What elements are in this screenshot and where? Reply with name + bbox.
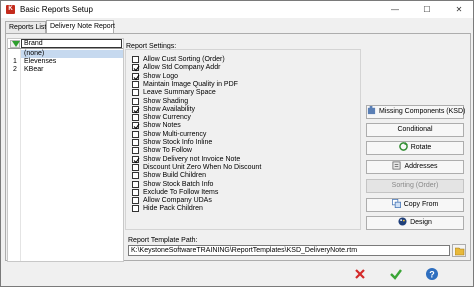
list-item-name: KBear (24, 66, 44, 73)
design-button[interactable]: Design (366, 216, 464, 230)
setting-checkbox[interactable] (132, 180, 139, 188)
setting-label: Allow Company UDAs (143, 197, 212, 205)
setting-label: Show Stock Info Inline (143, 139, 213, 146)
cancel-button[interactable] (353, 267, 367, 281)
checkmark-icon (133, 74, 140, 80)
setting-label: Show Availability (143, 105, 196, 113)
list-item-number: 2 (13, 66, 17, 73)
list-item[interactable]: 2 KBear (8, 66, 123, 74)
checkmark-icon (133, 107, 140, 114)
setting-checkbox[interactable] (132, 155, 140, 163)
setting-checkbox[interactable] (132, 147, 139, 155)
conditional-button[interactable]: Conditional (366, 123, 464, 137)
report-template-path-input[interactable]: K:\KeystoneSoftwareTRAINING\ReportTempla… (128, 245, 450, 256)
setting-checkbox[interactable] (132, 56, 139, 63)
tab-reports-list[interactable]: Reports List (5, 21, 46, 33)
setting-checkbox[interactable] (132, 163, 139, 171)
setting-checkbox[interactable] (132, 122, 140, 130)
ok-check-icon (390, 269, 402, 280)
setting-label: Show Shading (143, 97, 189, 105)
checkmark-icon (133, 157, 140, 163)
setting-label: Show Currency (143, 114, 191, 122)
list-item[interactable]: (none) (8, 50, 123, 58)
tab-delivery-note-report[interactable]: Delivery Note Report (46, 20, 115, 33)
svg-text:?: ? (429, 270, 435, 280)
setting-checkbox[interactable] (132, 72, 140, 80)
rotate-icon (398, 142, 408, 151)
setting-label: Leave Summary Space (143, 89, 216, 97)
setting-label: Show Build Children (143, 172, 207, 180)
setting-checkbox[interactable] (132, 89, 139, 97)
setting-label: Show Notes (143, 122, 181, 130)
help-button[interactable]: ? (425, 267, 439, 281)
brand-list-grid-line (20, 49, 21, 261)
title-bar: K Basic Reports Setup — ☐ ✕ (1, 1, 473, 18)
close-button[interactable]: ✕ (447, 1, 471, 18)
setting-checkbox[interactable] (132, 64, 140, 72)
setting-label: Discount Unit Zero When No Discount (143, 163, 262, 171)
browse-template-button[interactable] (452, 244, 466, 257)
addresses-button[interactable]: Addresses (366, 160, 464, 174)
setting-checkbox[interactable] (132, 172, 139, 180)
app-logo-icon: K (6, 5, 15, 14)
missing-components-label: Missing Components (KSD) (379, 108, 466, 115)
copy-icon (391, 199, 401, 208)
brand-list-header: Brand (8, 39, 123, 49)
setting-checkbox[interactable] (132, 114, 139, 122)
puzzle-icon (367, 106, 376, 115)
list-item-name: (none) (21, 50, 123, 58)
copy-from-label: Copy From (403, 201, 439, 208)
address-book-icon (392, 161, 401, 170)
setting-checkbox[interactable] (132, 139, 139, 146)
sorting-order-button[interactable]: Sorting (Order) (366, 179, 464, 193)
addresses-label: Addresses (404, 163, 438, 170)
brand-list: Brand (none) 1 Elevenses 2 KBear (7, 38, 124, 262)
checkmark-icon (133, 65, 140, 72)
setting-label: Maintain Image Quality in PDF (143, 80, 238, 88)
help-question-icon: ? (426, 268, 438, 280)
folder-open-icon (455, 247, 465, 256)
setting-label: Show Stock Batch Info (143, 180, 214, 188)
design-label: Design (410, 219, 432, 226)
setting-label: Show Delivery not Invoice Note (143, 155, 241, 163)
setting-checkbox[interactable] (132, 97, 139, 105)
list-item-number: 1 (13, 58, 17, 65)
report-template-path-label: Report Template Path: (128, 237, 198, 244)
setting-label: Show To Follow (143, 147, 192, 155)
copy-from-button[interactable]: Copy From (366, 198, 464, 212)
setting-checkbox[interactable] (132, 130, 139, 138)
setting-checkbox[interactable] (132, 80, 139, 88)
setting-label: Allow Cust Sorting (Order) (143, 56, 225, 63)
setting-label: Allow Std Company Addr (143, 64, 221, 72)
setting-label: Hide Pack Children (143, 205, 203, 213)
setting-checkbox[interactable] (132, 188, 139, 196)
ok-button[interactable] (389, 267, 403, 281)
setting-label: Show Logo (143, 72, 179, 80)
list-item[interactable]: 1 Elevenses (8, 58, 123, 66)
setting-checkbox[interactable] (132, 197, 139, 205)
checkmark-icon (133, 124, 140, 130)
rotate-label: Rotate (410, 144, 432, 151)
setting-checkbox[interactable] (132, 205, 139, 213)
setting-label: Show Multi-currency (143, 130, 207, 138)
maximize-button[interactable]: ☐ (415, 1, 439, 18)
missing-components-button[interactable]: Missing Components (KSD) (366, 105, 466, 119)
setting-label: Exclude To Follow Items (143, 188, 219, 196)
minimize-button[interactable]: — (383, 1, 407, 18)
green-down-arrow-icon (12, 41, 20, 47)
basic-reports-setup-window: K Basic Reports Setup — ☐ ✕ Reports List… (0, 0, 474, 287)
design-palette-icon (398, 217, 407, 226)
conditional-label: Conditional (397, 126, 433, 133)
sorting-order-label: Sorting (Order) (391, 182, 439, 189)
window-title: Basic Reports Setup (20, 5, 93, 14)
rotate-button[interactable]: Rotate (366, 141, 464, 155)
list-item-name: Elevenses (24, 58, 57, 65)
cancel-x-icon (355, 269, 365, 279)
brand-header-field[interactable]: Brand (21, 39, 122, 48)
setting-checkbox[interactable] (132, 105, 140, 114)
brand-filter-button[interactable] (10, 40, 20, 48)
